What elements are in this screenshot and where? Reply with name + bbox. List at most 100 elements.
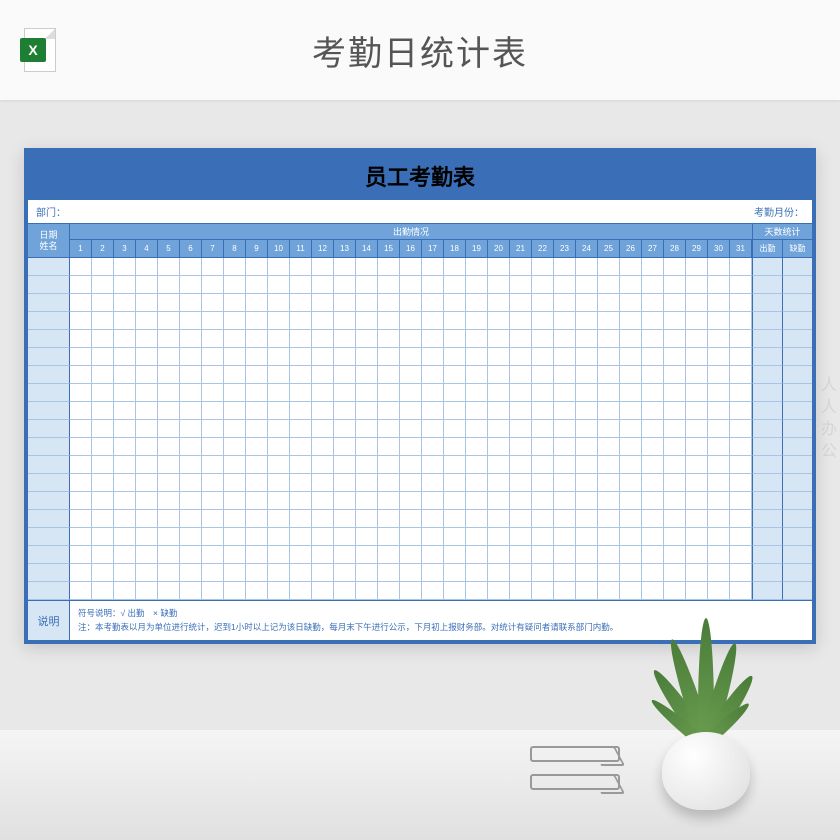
name-cell[interactable]	[28, 528, 70, 546]
attendance-cell[interactable]	[312, 276, 334, 294]
attendance-cell[interactable]	[378, 330, 400, 348]
attendance-cell[interactable]	[488, 402, 510, 420]
attendance-cell[interactable]	[598, 366, 620, 384]
attendance-cell[interactable]	[642, 438, 664, 456]
attendance-cell[interactable]	[114, 366, 136, 384]
attendance-cell[interactable]	[92, 438, 114, 456]
attendance-cell[interactable]	[180, 420, 202, 438]
attendance-cell[interactable]	[246, 474, 268, 492]
attendance-cell[interactable]	[466, 330, 488, 348]
attendance-cell[interactable]	[642, 474, 664, 492]
attendance-cell[interactable]	[620, 564, 642, 582]
attendance-cell[interactable]	[378, 384, 400, 402]
attendance-cell[interactable]	[708, 510, 730, 528]
attendance-cell[interactable]	[312, 492, 334, 510]
attendance-cell[interactable]	[246, 384, 268, 402]
attendance-cell[interactable]	[444, 564, 466, 582]
attendance-cell[interactable]	[576, 294, 598, 312]
attendance-cell[interactable]	[180, 402, 202, 420]
attendance-cell[interactable]	[576, 528, 598, 546]
attendance-cell[interactable]	[378, 438, 400, 456]
attendance-cell[interactable]	[356, 258, 378, 276]
attendance-cell[interactable]	[664, 546, 686, 564]
attendance-cell[interactable]	[114, 510, 136, 528]
attendance-cell[interactable]	[422, 402, 444, 420]
attendance-cell[interactable]	[202, 402, 224, 420]
attendance-cell[interactable]	[664, 438, 686, 456]
attendance-cell[interactable]	[422, 474, 444, 492]
attendance-cell[interactable]	[334, 528, 356, 546]
attendance-cell[interactable]	[554, 312, 576, 330]
attendance-cell[interactable]	[554, 384, 576, 402]
attendance-cell[interactable]	[136, 438, 158, 456]
attendance-cell[interactable]	[202, 258, 224, 276]
attendance-cell[interactable]	[444, 510, 466, 528]
attendance-cell[interactable]	[466, 384, 488, 402]
attendance-cell[interactable]	[70, 402, 92, 420]
attendance-cell[interactable]	[400, 582, 422, 600]
attendance-cell[interactable]	[268, 276, 290, 294]
attendance-cell[interactable]	[312, 564, 334, 582]
attendance-cell[interactable]	[532, 582, 554, 600]
attendance-cell[interactable]	[202, 564, 224, 582]
attendance-cell[interactable]	[334, 420, 356, 438]
attendance-cell[interactable]	[180, 330, 202, 348]
attendance-cell[interactable]	[686, 348, 708, 366]
attendance-cell[interactable]	[510, 564, 532, 582]
attendance-cell[interactable]	[554, 492, 576, 510]
attendance-cell[interactable]	[136, 546, 158, 564]
attendance-cell[interactable]	[180, 366, 202, 384]
attendance-cell[interactable]	[356, 276, 378, 294]
attendance-cell[interactable]	[312, 528, 334, 546]
attendance-cell[interactable]	[180, 384, 202, 402]
attendance-cell[interactable]	[664, 312, 686, 330]
attendance-cell[interactable]	[400, 492, 422, 510]
attendance-cell[interactable]	[70, 510, 92, 528]
attendance-cell[interactable]	[114, 258, 136, 276]
attendance-cell[interactable]	[290, 456, 312, 474]
attendance-cell[interactable]	[730, 402, 752, 420]
attendance-cell[interactable]	[158, 384, 180, 402]
attendance-cell[interactable]	[488, 276, 510, 294]
attendance-cell[interactable]	[466, 474, 488, 492]
attendance-cell[interactable]	[378, 474, 400, 492]
attendance-cell[interactable]	[510, 492, 532, 510]
attendance-cell[interactable]	[136, 456, 158, 474]
attendance-cell[interactable]	[268, 294, 290, 312]
name-cell[interactable]	[28, 402, 70, 420]
attendance-cell[interactable]	[202, 456, 224, 474]
attendance-cell[interactable]	[510, 420, 532, 438]
attendance-cell[interactable]	[422, 258, 444, 276]
name-cell[interactable]	[28, 582, 70, 600]
attendance-cell[interactable]	[224, 294, 246, 312]
attendance-cell[interactable]	[444, 276, 466, 294]
attendance-cell[interactable]	[334, 366, 356, 384]
attendance-cell[interactable]	[642, 420, 664, 438]
attendance-cell[interactable]	[708, 456, 730, 474]
attendance-cell[interactable]	[466, 546, 488, 564]
attendance-cell[interactable]	[642, 312, 664, 330]
attendance-cell[interactable]	[180, 456, 202, 474]
attendance-cell[interactable]	[620, 258, 642, 276]
attendance-cell[interactable]	[598, 348, 620, 366]
attendance-cell[interactable]	[532, 258, 554, 276]
attendance-cell[interactable]	[510, 366, 532, 384]
attendance-cell[interactable]	[576, 564, 598, 582]
attendance-cell[interactable]	[312, 330, 334, 348]
attendance-cell[interactable]	[334, 312, 356, 330]
attendance-cell[interactable]	[312, 384, 334, 402]
attendance-cell[interactable]	[158, 420, 180, 438]
attendance-cell[interactable]	[246, 366, 268, 384]
attendance-cell[interactable]	[664, 474, 686, 492]
attendance-cell[interactable]	[158, 510, 180, 528]
attendance-cell[interactable]	[158, 456, 180, 474]
name-cell[interactable]	[28, 366, 70, 384]
attendance-cell[interactable]	[356, 366, 378, 384]
name-cell[interactable]	[28, 294, 70, 312]
attendance-cell[interactable]	[532, 276, 554, 294]
attendance-cell[interactable]	[246, 420, 268, 438]
attendance-cell[interactable]	[466, 276, 488, 294]
attendance-cell[interactable]	[620, 276, 642, 294]
attendance-cell[interactable]	[488, 510, 510, 528]
attendance-cell[interactable]	[488, 294, 510, 312]
